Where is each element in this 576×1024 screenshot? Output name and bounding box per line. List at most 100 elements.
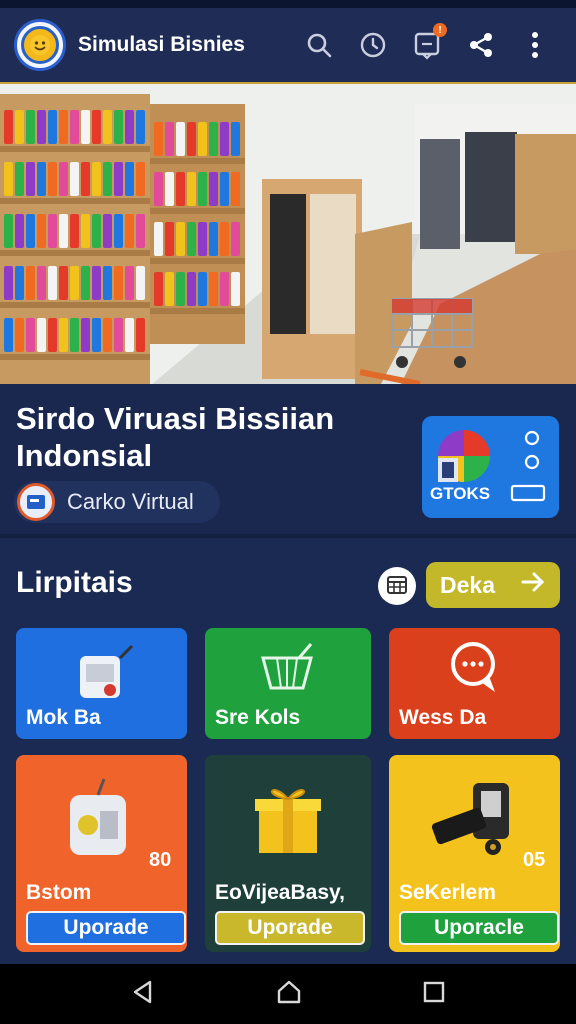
shelf-product <box>176 122 185 156</box>
tile-wess-da[interactable]: Wess Da <box>389 628 560 739</box>
shelf-product <box>187 272 196 306</box>
shelf-product <box>187 172 196 206</box>
virtual-card-icon <box>17 483 55 521</box>
tile-mok-ba[interactable]: Mok Ba <box>16 628 187 739</box>
recents-icon[interactable] <box>422 980 446 1009</box>
shelf-product <box>59 162 68 196</box>
shelf-product <box>92 318 101 352</box>
shelf-product <box>81 110 90 144</box>
app-bar: Simulasi Bisnies ! <box>0 8 576 82</box>
shelf-product <box>4 162 13 196</box>
shelf-product <box>114 214 123 248</box>
notification-badge: ! <box>433 23 447 37</box>
shelf-product <box>4 266 13 300</box>
shelf-product <box>154 172 163 206</box>
upgrade-value: 80 <box>149 849 172 871</box>
tile-label: Wess Da <box>399 706 487 729</box>
shelf-product <box>37 318 46 352</box>
shelf-product <box>92 110 101 144</box>
upgrade-button[interactable]: Uporacle <box>399 911 559 945</box>
shelf-product <box>136 318 145 352</box>
upgrade-button[interactable]: Uporade <box>215 911 365 945</box>
shelf-product <box>26 162 35 196</box>
coin-icon <box>524 430 540 451</box>
shelf-product <box>81 266 90 300</box>
shelf-board <box>0 146 150 152</box>
system-nav-bar <box>0 964 576 1024</box>
shelf-product <box>70 266 79 300</box>
section-title: Lirpitais <box>16 566 133 599</box>
calendar-button[interactable] <box>378 567 416 605</box>
logo-face-icon <box>21 26 59 64</box>
shelf-product <box>187 122 196 156</box>
virtual-chip[interactable]: Carko Virtual <box>14 481 220 523</box>
shelf-board <box>0 198 150 204</box>
shelf-product <box>187 222 196 256</box>
shelf-product <box>48 110 57 144</box>
shelf-product <box>81 214 90 248</box>
upgrade-card-sekerlem: 05 SeKerlem Uporacle <box>389 755 560 952</box>
shelf-board <box>150 258 245 264</box>
shelf-product <box>209 272 218 306</box>
upgrade-card-bstom: 80 Bstom Uporade <box>16 755 187 952</box>
shelf-product <box>136 214 145 248</box>
stocks-card[interactable]: GTOKS <box>422 416 559 518</box>
shelf-product <box>125 162 134 196</box>
shelf-product <box>136 162 145 196</box>
upgrade-label: EoVijeaBasy, <box>215 881 345 904</box>
shelf-product <box>114 318 123 352</box>
shelf-product <box>209 222 218 256</box>
shelf-product <box>92 214 101 248</box>
app-title: Simulasi Bisnies <box>78 33 245 56</box>
shelf-product <box>4 110 13 144</box>
shelf-product <box>209 172 218 206</box>
search-icon[interactable] <box>292 18 346 72</box>
shelf-product <box>231 172 240 206</box>
shelf-product <box>136 110 145 144</box>
shelf-product <box>15 214 24 248</box>
shelf-product <box>81 318 90 352</box>
shelf-product <box>37 110 46 144</box>
tile-label: Sre Kols <box>215 706 301 729</box>
shelf-product <box>59 110 68 144</box>
app-logo[interactable] <box>14 19 66 71</box>
shelf-product <box>48 162 57 196</box>
tile-sre-kols[interactable]: Sre Kols <box>205 628 371 739</box>
shelf-product <box>198 122 207 156</box>
stocks-label: GTOKS <box>430 484 491 503</box>
more-icon[interactable] <box>508 18 562 72</box>
shelf-board <box>0 250 150 256</box>
share-icon[interactable] <box>454 18 508 72</box>
home-icon[interactable] <box>275 978 303 1011</box>
shelf-product <box>37 214 46 248</box>
shelf-product <box>165 272 174 306</box>
notification-icon[interactable]: ! <box>400 18 454 72</box>
divider <box>0 534 576 538</box>
upgrade-label: Bstom <box>26 881 92 904</box>
shelf-product <box>48 266 57 300</box>
shelf-product <box>103 266 112 300</box>
arrow-right-icon <box>520 570 546 600</box>
shopping-basket-icon <box>255 638 319 703</box>
shelf-product <box>26 214 35 248</box>
gift-icon <box>253 777 323 862</box>
shelf-product <box>92 162 101 196</box>
deka-label: Deka <box>440 571 495 598</box>
chip-label: Carko Virtual <box>67 489 194 514</box>
history-icon[interactable] <box>346 18 400 72</box>
shelf-product <box>136 266 145 300</box>
store-machine-icon <box>74 638 134 707</box>
scanner-icon <box>429 773 519 868</box>
upgrade-button[interactable]: Uporade <box>26 911 186 945</box>
shelf-product <box>165 172 174 206</box>
back-icon[interactable] <box>130 979 156 1010</box>
shelf-product <box>198 172 207 206</box>
shelf-product <box>4 318 13 352</box>
deka-button[interactable]: Deka <box>426 562 560 608</box>
shelf-product <box>220 222 229 256</box>
shelf-product <box>59 214 68 248</box>
shelf-board <box>150 208 245 214</box>
upgrade-card-eovijeabasy: EoVijeaBasy, Uporade <box>205 755 371 952</box>
shelf-product <box>198 222 207 256</box>
status-bar <box>0 0 576 8</box>
